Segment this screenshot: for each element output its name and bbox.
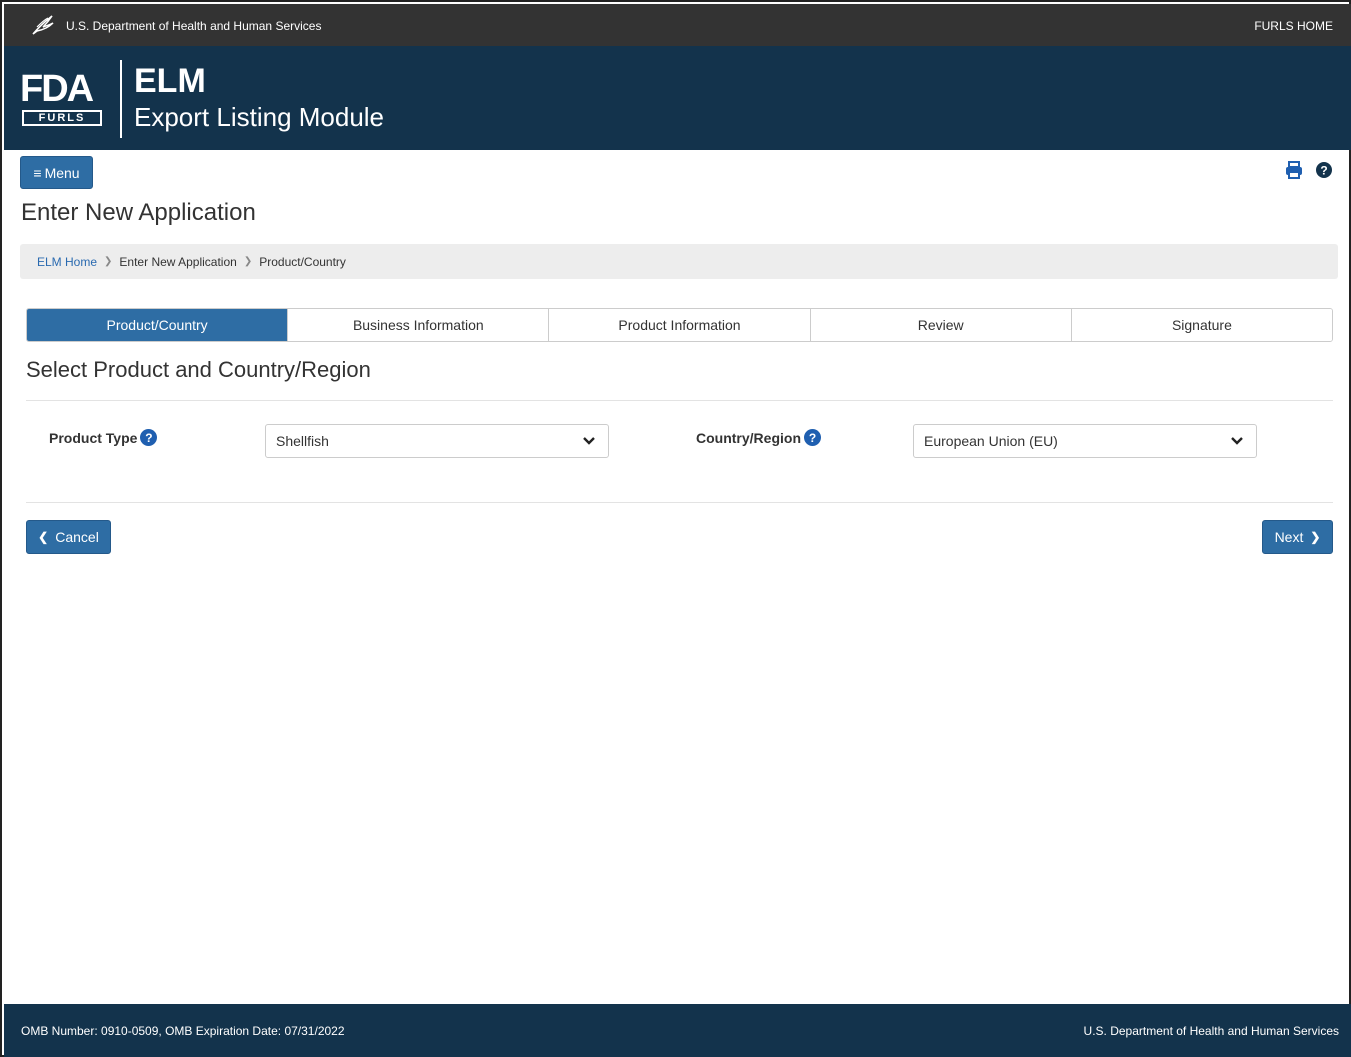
country-region-value: European Union (EU): [924, 433, 1058, 449]
country-region-label: Country/Region: [696, 429, 801, 446]
breadcrumb-product-country: Product/Country: [259, 254, 346, 269]
country-region-label-group: Country/Region ?: [696, 429, 821, 446]
product-type-label-group: Product Type ?: [49, 429, 158, 446]
product-type-help-icon[interactable]: ?: [140, 429, 158, 446]
cancel-button-label: Cancel: [55, 529, 99, 545]
omb-info: OMB Number: 0910-0509, OMB Expiration Da…: [21, 1024, 345, 1038]
furls-logo-text: FURLS: [22, 110, 102, 126]
banner-divider: [120, 60, 122, 138]
product-type-select[interactable]: Shellfish: [265, 424, 609, 458]
cancel-button[interactable]: ❮ Cancel: [26, 520, 111, 554]
chevron-down-icon: [1231, 437, 1243, 445]
app-frame: U.S. Department of Health and Human Serv…: [0, 0, 1351, 1057]
breadcrumb: ELM Home ❯ Enter New Application ❯ Produ…: [20, 244, 1338, 279]
footer: OMB Number: 0910-0509, OMB Expiration Da…: [4, 1004, 1351, 1057]
fda-furls-logo[interactable]: FDA FURLS: [20, 70, 104, 126]
section-title: Select Product and Country/Region: [26, 357, 371, 382]
agency-name: U.S. Department of Health and Human Serv…: [66, 19, 322, 33]
next-button[interactable]: Next ❯: [1262, 520, 1333, 554]
step-review[interactable]: Review: [809, 309, 1071, 341]
product-type-value: Shellfish: [276, 433, 329, 449]
breadcrumb-elm-home[interactable]: ELM Home: [37, 255, 97, 269]
svg-text:?: ?: [1320, 164, 1327, 178]
divider: [26, 502, 1333, 503]
chevron-left-icon: ❮: [38, 530, 49, 544]
hhs-eagle-icon: [32, 15, 54, 35]
divider: [26, 400, 1333, 401]
country-region-select[interactable]: European Union (EU): [913, 424, 1257, 458]
hamburger-icon: ≡: [33, 164, 42, 181]
step-signature[interactable]: Signature: [1070, 309, 1332, 341]
breadcrumb-enter-new-application: Enter New Application: [119, 254, 237, 269]
breadcrumb-separator-icon: ❯: [243, 256, 253, 267]
wizard-steps: Product/Country Business Information Pro…: [26, 308, 1333, 342]
fda-logo-text: FDA: [20, 68, 94, 110]
chevron-right-icon: ❯: [1310, 530, 1321, 544]
step-product-country[interactable]: Product/Country: [27, 309, 288, 341]
menu-button-label: Menu: [44, 164, 80, 181]
app-abbreviation: ELM: [134, 62, 206, 100]
top-bar: U.S. Department of Health and Human Serv…: [4, 4, 1351, 46]
furls-home-link[interactable]: FURLS HOME: [1254, 19, 1333, 33]
step-business-information[interactable]: Business Information: [287, 309, 549, 341]
menu-button[interactable]: ≡ Menu: [20, 156, 93, 189]
chevron-down-icon: [583, 437, 595, 445]
header-banner: FDA FURLS ELM Export Listing Module: [4, 46, 1351, 150]
breadcrumb-separator-icon: ❯: [104, 256, 113, 267]
page-title: Enter New Application: [21, 199, 256, 226]
country-region-help-icon[interactable]: ?: [804, 429, 821, 446]
product-type-label: Product Type: [49, 429, 138, 446]
app-name: Export Listing Module: [134, 102, 385, 132]
print-icon[interactable]: [1284, 160, 1304, 180]
footer-agency-name: U.S. Department of Health and Human Serv…: [1083, 1024, 1339, 1038]
next-button-label: Next: [1274, 529, 1304, 545]
step-product-information[interactable]: Product Information: [548, 309, 810, 341]
help-circle-icon[interactable]: ?: [1314, 160, 1334, 180]
